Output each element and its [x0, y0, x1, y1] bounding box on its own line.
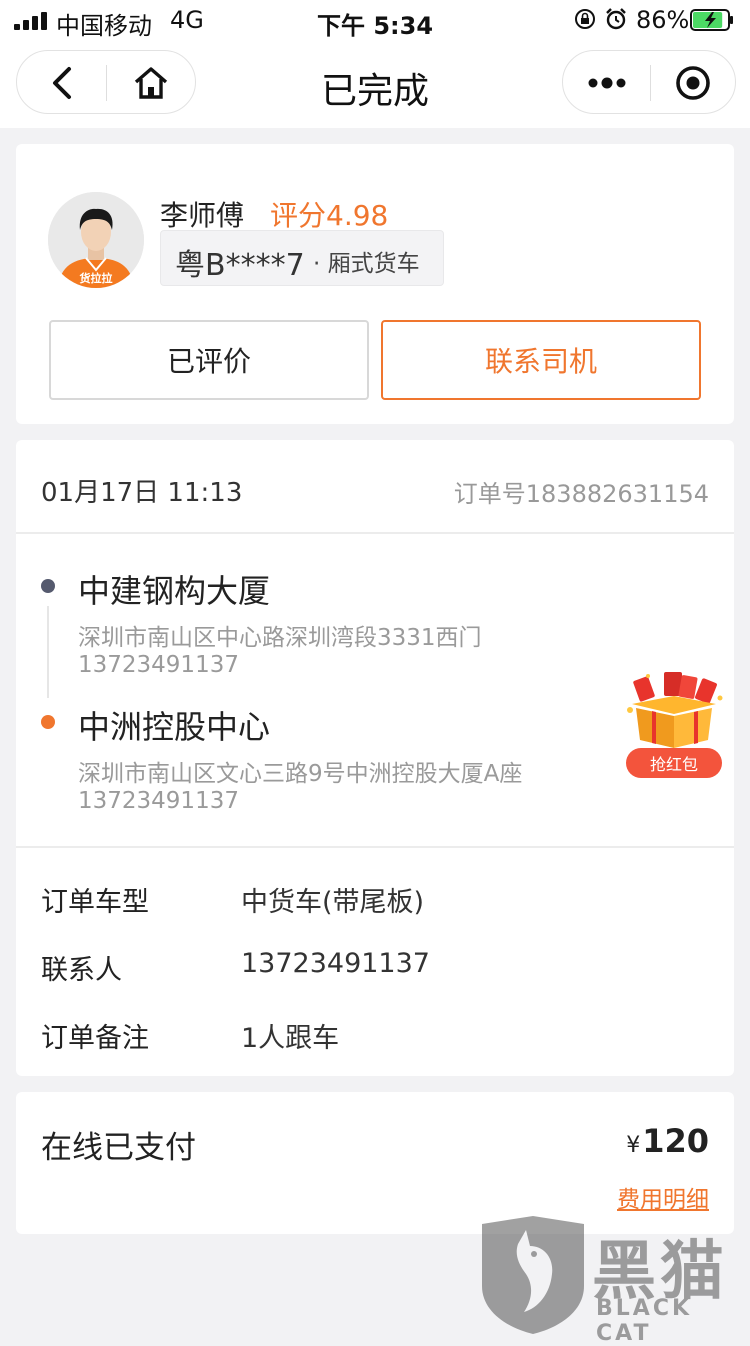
gift-box-icon [627, 672, 723, 748]
payment-amount: ¥120 [626, 1122, 709, 1160]
amount-value: 120 [642, 1122, 709, 1160]
order-card: 01月17日 11:13 订单号183882631154 中建钢构大厦 深圳市南… [16, 440, 734, 1076]
order-number: 订单号183882631154 [453, 480, 709, 508]
currency-symbol: ¥ [626, 1133, 641, 1158]
start-point-dot [41, 579, 55, 593]
payment-status: 在线已支付 [41, 1130, 196, 1166]
payment-card: 在线已支付 ¥120 费用明细 [16, 1092, 734, 1234]
vehicle-info: 粤B****7 · 厢式货车 [160, 230, 444, 286]
end-location-name: 中洲控股中心 [78, 708, 271, 746]
nav-bar: 已完成 [0, 40, 750, 128]
vehicle-model-value: 中货车(带尾板) [241, 887, 425, 918]
order-date: 01月17日 11:13 [41, 478, 243, 508]
rated-button[interactable]: 已评价 [49, 320, 369, 400]
nav-capsule-right [562, 50, 736, 114]
divider [16, 846, 734, 848]
driver-rating: 评分4.98 [270, 199, 389, 232]
status-bar: 中国移动 4G 下午 5:34 86% [0, 0, 750, 40]
alarm-icon [606, 8, 626, 30]
watermark-en: BLACK CAT [596, 1296, 693, 1346]
end-location-address: 深圳市南山区文心三路9号中洲控股大厦A座 [78, 761, 523, 787]
battery-percent: 86% [636, 6, 690, 34]
start-location-phone: 13723491137 [78, 652, 239, 678]
vehicle-type: · 厢式货车 [313, 251, 420, 277]
red-packet-label: 抢红包 [626, 748, 722, 778]
driver-avatar: 货拉拉 [48, 192, 144, 288]
start-location-name: 中建钢构大厦 [78, 572, 271, 610]
license-plate: 粤B****7 [175, 248, 305, 283]
vehicle-model-label: 订单车型 [41, 887, 149, 918]
contact-label: 联系人 [41, 955, 122, 986]
rotation-lock-icon [575, 9, 595, 29]
battery-icon [690, 9, 733, 31]
divider [16, 532, 734, 534]
avatar-badge-text: 货拉拉 [79, 271, 113, 285]
contact-value[interactable]: 13723491137 [241, 948, 430, 979]
end-point-dot [41, 715, 55, 729]
more-dots-icon [588, 77, 626, 89]
contact-driver-button[interactable]: 联系司机 [381, 320, 701, 400]
watermark: 黑猫 BLACK CAT [478, 1216, 750, 1346]
order-note-label: 订单备注 [41, 1023, 149, 1054]
black-cat-logo-icon [482, 1216, 584, 1334]
fee-detail-link[interactable]: 费用明细 [617, 1180, 709, 1214]
driver-card: 货拉拉 李师傅 评分4.98 粤B****7 · 厢式货车 已评价 联系司机 [16, 144, 734, 424]
start-location-address: 深圳市南山区中心路深圳湾段3331西门 [78, 625, 482, 651]
route-line [47, 606, 49, 698]
close-miniprogram-button[interactable] [651, 51, 735, 115]
driver-name: 李师傅 [160, 199, 245, 232]
order-note-value: 1人跟车 [241, 1023, 340, 1054]
red-packet-button[interactable]: 抢红包 [622, 670, 726, 778]
more-button[interactable] [563, 51, 651, 115]
end-location-phone: 13723491137 [78, 788, 239, 814]
target-circle-icon [676, 66, 710, 100]
